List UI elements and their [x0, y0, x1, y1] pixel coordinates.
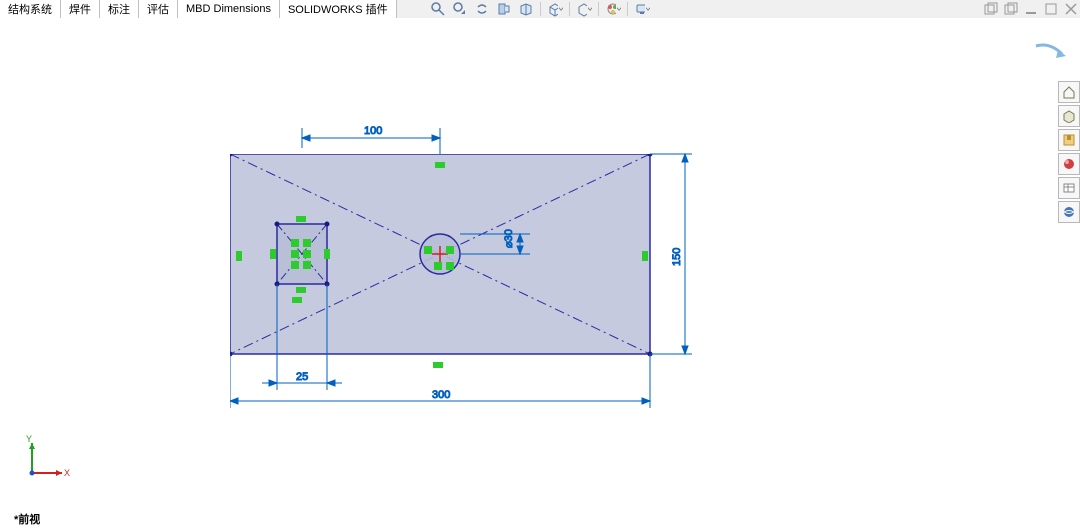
tab-annotate[interactable]: 标注 [100, 0, 139, 18]
help-hud [1032, 40, 1072, 62]
pan-icon[interactable] [474, 1, 490, 17]
appearances-icon[interactable] [1058, 153, 1080, 175]
view-settings-icon[interactable] [634, 1, 650, 17]
forum-icon[interactable] [1058, 201, 1080, 223]
tab-weldments[interactable]: 焊件 [61, 0, 100, 18]
restore-window-left-icon[interactable] [984, 2, 998, 16]
view-triad[interactable]: X Y [22, 433, 72, 483]
tab-evaluate[interactable]: 评估 [139, 0, 178, 18]
view-name-label: *前视 [14, 511, 40, 527]
design-library-icon[interactable] [1058, 129, 1080, 151]
heads-up-toolbar [430, 0, 650, 18]
axis-x-label: X [64, 468, 70, 478]
tab-mbd-dimensions[interactable]: MBD Dimensions [178, 0, 280, 18]
maximize-icon[interactable] [1044, 2, 1058, 16]
display-style-icon[interactable] [576, 1, 592, 17]
task-pane-tabs [1058, 81, 1080, 223]
close-icon[interactable] [1064, 2, 1078, 16]
dim-100[interactable]: 100 [364, 125, 382, 137]
custom-properties-icon[interactable] [1058, 177, 1080, 199]
chevron-down-icon [617, 6, 621, 12]
chevron-down-icon [559, 6, 563, 12]
minimize-icon[interactable] [1024, 2, 1038, 16]
section-view-icon[interactable] [518, 1, 534, 17]
dim-300[interactable]: 300 [432, 389, 450, 401]
axis-y-label: Y [26, 434, 32, 444]
window-controls [984, 0, 1078, 18]
chevron-down-icon [646, 6, 650, 12]
resources-icon[interactable] [1058, 105, 1080, 127]
home-icon[interactable] [1058, 81, 1080, 103]
zoom-previous-icon[interactable] [452, 1, 468, 17]
restore-window-right-icon[interactable] [1004, 2, 1018, 16]
graphics-viewport[interactable]: 100 ⌀30 150 25 300 [0, 18, 1080, 529]
zoom-area-icon[interactable] [430, 1, 446, 17]
zoom-fit-icon[interactable] [496, 1, 512, 17]
dim-25[interactable]: 25 [296, 371, 308, 383]
dim-diameter[interactable]: ⌀30 [503, 229, 515, 248]
tab-structural-system[interactable]: 结构系统 [0, 0, 61, 18]
tab-solidworks-addins[interactable]: SOLIDWORKS 插件 [280, 0, 397, 18]
view-orientation-icon[interactable] [547, 1, 563, 17]
dim-150[interactable]: 150 [671, 248, 683, 266]
scene-icon[interactable] [605, 1, 621, 17]
dimensions-layer: 100 ⌀30 150 25 300 [230, 118, 740, 428]
chevron-down-icon [588, 6, 592, 12]
